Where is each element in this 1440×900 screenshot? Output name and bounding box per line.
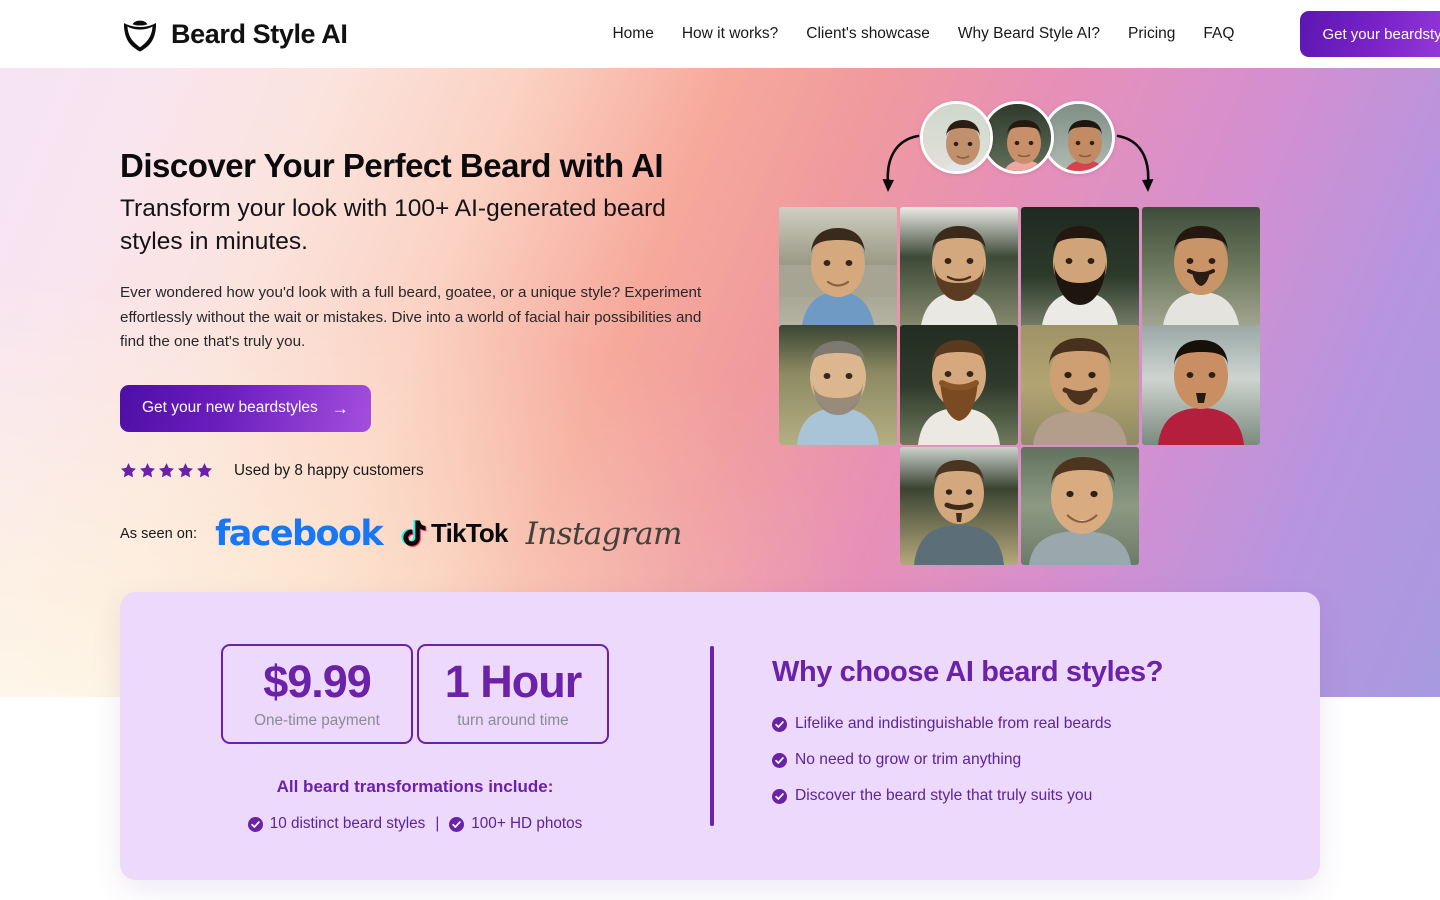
hero-body-text: Ever wondered how you'd look with a full…: [120, 283, 702, 351]
benefit-item: No need to grow or trim anything: [772, 751, 1320, 769]
tiktok-logo: TikTok: [400, 518, 508, 549]
hero-subheading: Transform your look with 100+ AI-generat…: [120, 195, 666, 255]
check-circle-icon: [449, 816, 465, 832]
check-circle-icon: [772, 752, 787, 768]
hero-cta-label: Get your new beardstyles: [142, 399, 318, 417]
rating-text: Used by 8 happy customers: [234, 461, 424, 479]
star-icon: [197, 463, 212, 478]
rating-row: Used by 8 happy customers: [120, 462, 760, 480]
nav-link-why[interactable]: Why Beard Style AI?: [958, 25, 1100, 43]
stat-price-value: $9.99: [263, 655, 372, 707]
star-icon: [140, 463, 155, 478]
star-icon: [121, 463, 136, 478]
nav-link-home[interactable]: Home: [612, 25, 653, 43]
arrow-right-icon: →: [331, 398, 349, 418]
brand-name: Beard Style AI: [171, 18, 348, 49]
beard-photo[interactable]: [900, 325, 1018, 445]
nav-link-faq[interactable]: FAQ: [1203, 25, 1234, 43]
why-choose-section: Why choose AI beard styles? Lifelike and…: [714, 592, 1320, 880]
tiktok-wordmark: TikTok: [431, 518, 508, 549]
check-circle-icon: [772, 788, 787, 804]
brand-logo[interactable]: Beard Style AI: [120, 14, 348, 54]
hero-cta-button[interactable]: Get your new beardstyles →: [120, 384, 371, 432]
star-icon: [159, 463, 174, 478]
why-choose-title: Why choose AI beard styles?: [772, 656, 1164, 688]
stat-price: $9.99 One-time payment: [221, 644, 413, 744]
avatar-cluster: [880, 88, 1170, 200]
beard-photo[interactable]: [900, 207, 1018, 332]
includes-row: 10 distinct beard styles | 100+ HD photo…: [247, 815, 583, 833]
beard-photo[interactable]: [779, 325, 897, 445]
nav-link-how-it-works[interactable]: How it works?: [682, 25, 778, 43]
beard-style-photo-grid: [779, 207, 1265, 565]
benefit-item: Discover the beard style that truly suit…: [772, 787, 1320, 805]
nav-link-showcase[interactable]: Client's showcase: [806, 25, 930, 43]
stat-turnaround-label: turn around time: [457, 711, 569, 729]
benefit-label: No need to grow or trim anything: [795, 751, 1022, 768]
include-item-label: 100+ HD photos: [471, 815, 583, 832]
nav-links: Home How it works? Client's showcase Why…: [612, 11, 1440, 57]
stat-turnaround: 1 Hour turn around time: [417, 644, 609, 744]
stat-turnaround-value: 1 Hour: [444, 655, 583, 707]
include-item-label: 10 distinct beard styles: [269, 815, 426, 832]
stat-row: $9.99 One-time payment 1 Hour turn aroun…: [221, 644, 609, 744]
pricing-section: $9.99 One-time payment 1 Hour turn aroun…: [120, 592, 710, 880]
avatar: [920, 101, 993, 174]
star-rating: [120, 462, 213, 479]
beard-photo[interactable]: [1021, 447, 1139, 565]
tiktok-note-icon: [401, 519, 427, 547]
beard-photo[interactable]: [900, 447, 1018, 565]
landing-page: Beard Style AI Home How it works? Client…: [0, 0, 1440, 900]
benefit-label: Lifelike and indistinguishable from real…: [795, 715, 1112, 732]
check-circle-icon: [247, 816, 263, 832]
stat-price-label: One-time payment: [254, 711, 380, 729]
nav-cta-button[interactable]: Get your beardstyles: [1300, 11, 1440, 57]
star-icon: [178, 463, 193, 478]
beard-photo[interactable]: [1021, 325, 1139, 445]
nav-link-pricing[interactable]: Pricing: [1128, 25, 1175, 43]
beard-photo[interactable]: [1142, 325, 1260, 445]
navbar: Beard Style AI Home How it works? Client…: [0, 0, 1440, 68]
value-panel: $9.99 One-time payment 1 Hour turn aroun…: [120, 592, 1320, 880]
as-seen-on-label: As seen on:: [120, 525, 198, 542]
benefit-item: Lifelike and indistinguishable from real…: [772, 715, 1320, 733]
hero-heading: Discover Your Perfect Beard with AI: [120, 147, 664, 184]
facebook-logo: facebook: [215, 513, 384, 554]
hero-content: Discover Your Perfect Beard with AI Tran…: [120, 146, 760, 554]
beard-photo[interactable]: [1021, 207, 1139, 332]
check-circle-icon: [772, 716, 787, 732]
benefit-label: Discover the beard style that truly suit…: [795, 787, 1093, 804]
includes-title: All beard transformations include:: [276, 777, 554, 796]
instagram-logo: Instagram: [525, 515, 683, 552]
beard-photo[interactable]: [779, 207, 897, 332]
beard-photo[interactable]: [1142, 207, 1260, 332]
beard-logo-icon: [123, 20, 157, 52]
as-seen-on-row: As seen on: facebook TikTok Instagram: [120, 514, 760, 554]
include-separator: |: [435, 815, 440, 832]
